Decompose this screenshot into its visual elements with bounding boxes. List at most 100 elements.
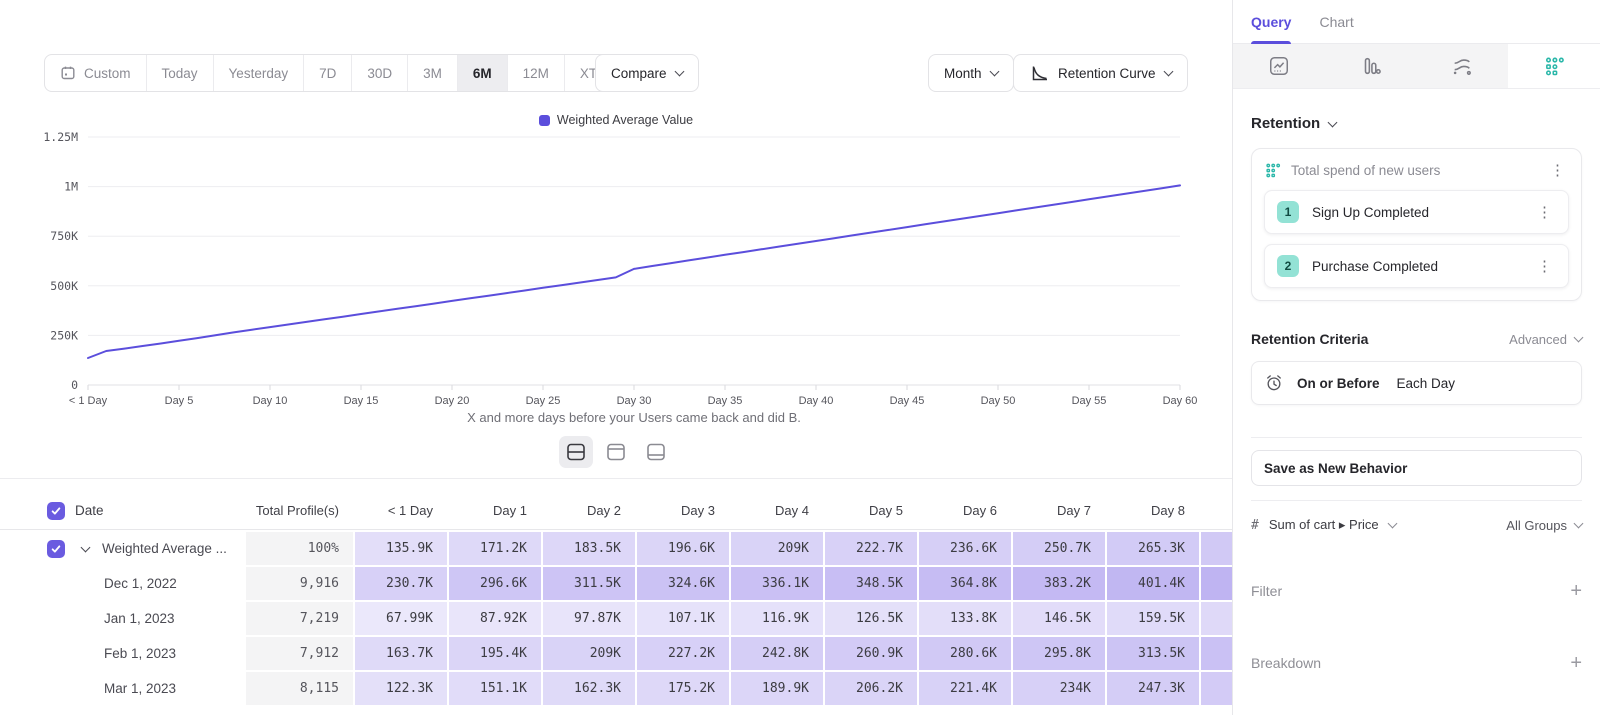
column-header[interactable]: Day 4 <box>731 503 823 518</box>
add-breakdown-button[interactable]: + <box>1570 653 1582 673</box>
retention-value-cell[interactable]: 383.2K <box>1013 567 1105 600</box>
retention-value-cell[interactable]: 242.8K <box>731 637 823 670</box>
top-pane-toggle[interactable] <box>599 436 633 468</box>
retention-value-cell[interactable]: 222.7K <box>825 532 917 565</box>
row-checkbox[interactable] <box>47 540 65 558</box>
table-row[interactable]: Mar 1, 20238,115122.3K151.1K162.3K175.2K… <box>0 672 1232 705</box>
report-section-dropdown[interactable]: Retention <box>1251 115 1582 132</box>
retention-value-cell[interactable]: 97.87K <box>543 602 635 635</box>
retention-value-cell[interactable]: 183.5K <box>543 532 635 565</box>
compare-button[interactable]: Compare <box>595 54 699 92</box>
tab-query[interactable]: Query <box>1251 0 1291 44</box>
step-purchase-completed[interactable]: 2 Purchase Completed ⋮ <box>1264 244 1569 288</box>
column-header[interactable]: Day 8 <box>1107 503 1199 518</box>
table-row[interactable]: Dec 1, 20229,916230.7K296.6K311.5K324.6K… <box>0 567 1232 600</box>
range-yesterday[interactable]: Yesterday <box>214 55 305 91</box>
column-header[interactable]: Day 7 <box>1013 503 1105 518</box>
column-header[interactable]: Day 6 <box>919 503 1011 518</box>
retention-value-cell[interactable]: 336.1K <box>731 567 823 600</box>
retention-value-cell[interactable]: 296.6K <box>449 567 541 600</box>
retention-value-cell[interactable]: 171.2K <box>449 532 541 565</box>
tab-chart[interactable]: Chart <box>1319 0 1353 44</box>
range-30d[interactable]: 30D <box>352 55 408 91</box>
retention-value-cell[interactable]: 348.5K <box>825 567 917 600</box>
kebab-menu-icon[interactable]: ⋮ <box>1533 203 1556 222</box>
retention-value-cell[interactable]: 146.5K <box>1013 602 1105 635</box>
column-header[interactable]: Day 2 <box>543 503 635 518</box>
column-header[interactable]: Day 5 <box>825 503 917 518</box>
tab-flows[interactable] <box>1417 44 1509 88</box>
retention-value-cell[interactable]: 135.9K <box>355 532 447 565</box>
range-7d[interactable]: 7D <box>304 55 352 91</box>
retention-value-cell[interactable]: 324.6K <box>637 567 729 600</box>
retention-value-cell[interactable]: 175.2K <box>637 672 729 705</box>
retention-value-cell[interactable]: 236.6K <box>919 532 1011 565</box>
range-today[interactable]: Today <box>147 55 214 91</box>
retention-value-cell[interactable]: 313.5K <box>1107 637 1199 670</box>
add-filter-button[interactable]: + <box>1570 581 1582 601</box>
retention-value-cell[interactable]: 133.8K <box>919 602 1011 635</box>
retention-value-cell[interactable]: 126.5K <box>825 602 917 635</box>
kebab-menu-icon[interactable]: ⋮ <box>1546 161 1569 180</box>
kebab-menu-icon[interactable]: ⋮ <box>1533 257 1556 276</box>
retention-value-cell[interactable]: 234K <box>1013 672 1105 705</box>
retention-value-cell[interactable]: 260.9K <box>825 637 917 670</box>
save-as-new-behavior-button[interactable]: Save as New Behavior <box>1251 450 1582 486</box>
column-header[interactable]: Day 1 <box>449 503 541 518</box>
groups-dropdown[interactable]: All Groups <box>1506 518 1582 533</box>
table-row[interactable]: Jan 1, 20237,21967.99K87.92K97.87K107.1K… <box>0 602 1232 635</box>
table-row[interactable]: Weighted Average ...100%135.9K171.2K183.… <box>0 532 1232 565</box>
retention-value-cell[interactable]: 67.99K <box>355 602 447 635</box>
retention-line-chart[interactable]: 0250K500K750K1M1.25M< 1 DayDay 5Day 10Da… <box>0 125 1232 415</box>
retention-value-cell[interactable]: 196.6K <box>637 532 729 565</box>
tab-retention-selected[interactable] <box>1508 44 1600 88</box>
range-6m-selected[interactable]: 6M <box>458 55 508 91</box>
retention-value-cell[interactable]: 195.4K <box>449 637 541 670</box>
column-header[interactable]: Day 3 <box>637 503 729 518</box>
step-sign-up-completed[interactable]: 1 Sign Up Completed ⋮ <box>1264 190 1569 234</box>
clipped-day9-cell <box>1201 637 1232 670</box>
retention-value-cell[interactable]: 162.3K <box>543 672 635 705</box>
retention-value-cell[interactable]: 189.9K <box>731 672 823 705</box>
retention-value-cell[interactable]: 230.7K <box>355 567 447 600</box>
chevron-down-icon <box>1163 67 1173 77</box>
range-custom[interactable]: Custom <box>45 55 147 91</box>
criteria-mode-dropdown[interactable]: Advanced <box>1509 332 1582 347</box>
retention-value-cell[interactable]: 227.2K <box>637 637 729 670</box>
chevron-down-icon <box>1574 519 1584 529</box>
tab-funnels[interactable] <box>1325 44 1417 88</box>
retention-value-cell[interactable]: 107.1K <box>637 602 729 635</box>
retention-value-cell[interactable]: 221.4K <box>919 672 1011 705</box>
expand-chevron-icon[interactable] <box>81 542 91 552</box>
split-view-toggle[interactable] <box>559 436 593 468</box>
retention-value-cell[interactable]: 311.5K <box>543 567 635 600</box>
measure-dropdown[interactable]: # Sum of cart ▸ Price <box>1251 517 1396 533</box>
retention-value-cell[interactable]: 163.7K <box>355 637 447 670</box>
bottom-pane-toggle[interactable] <box>639 436 673 468</box>
retention-value-cell[interactable]: 151.1K <box>449 672 541 705</box>
column-header[interactable]: < 1 Day <box>355 503 447 518</box>
retention-value-cell[interactable]: 122.3K <box>355 672 447 705</box>
retention-value-cell[interactable]: 364.8K <box>919 567 1011 600</box>
retention-value-cell[interactable]: 209K <box>543 637 635 670</box>
retention-value-cell[interactable]: 206.2K <box>825 672 917 705</box>
table-row[interactable]: Feb 1, 20237,912163.7K195.4K209K227.2K24… <box>0 637 1232 670</box>
retention-value-cell[interactable]: 265.3K <box>1107 532 1199 565</box>
retention-value-cell[interactable]: 250.7K <box>1013 532 1105 565</box>
retention-value-cell[interactable]: 247.3K <box>1107 672 1199 705</box>
range-3m[interactable]: 3M <box>408 55 458 91</box>
tab-insights[interactable] <box>1233 44 1325 88</box>
criteria-condition-card[interactable]: On or Before Each Day <box>1251 361 1582 405</box>
retention-value-cell[interactable]: 116.9K <box>731 602 823 635</box>
select-all-checkbox[interactable] <box>47 502 65 520</box>
retention-value-cell[interactable]: 159.5K <box>1107 602 1199 635</box>
column-header[interactable]: Total Profile(s) <box>246 503 353 518</box>
granularity-button[interactable]: Month <box>928 54 1014 92</box>
range-12m[interactable]: 12M <box>508 55 565 91</box>
retention-value-cell[interactable]: 295.8K <box>1013 637 1105 670</box>
retention-value-cell[interactable]: 209K <box>731 532 823 565</box>
retention-value-cell[interactable]: 401.4K <box>1107 567 1199 600</box>
chart-type-button[interactable]: Retention Curve <box>1013 54 1188 92</box>
retention-value-cell[interactable]: 280.6K <box>919 637 1011 670</box>
retention-value-cell[interactable]: 87.92K <box>449 602 541 635</box>
